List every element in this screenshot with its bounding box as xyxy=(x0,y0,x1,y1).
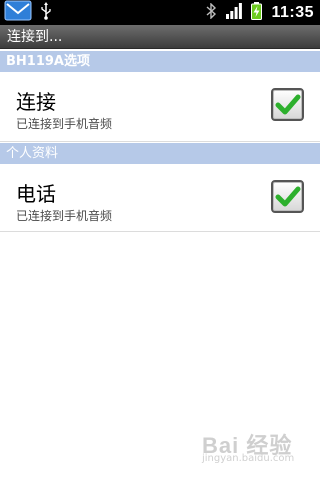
sms-icon[interactable] xyxy=(4,0,32,25)
item-title: 连接 xyxy=(16,90,56,114)
dialog-title: 连接到... xyxy=(0,25,320,49)
item-title: 电话 xyxy=(16,182,56,206)
phone-checkbox[interactable] xyxy=(271,180,304,213)
watermark-url: jingyan.baidu.com xyxy=(202,453,295,464)
connect-checkbox[interactable] xyxy=(271,88,304,121)
item-summary: 已连接到手机音频 xyxy=(16,117,113,131)
usb-icon[interactable] xyxy=(40,1,52,24)
baidu-watermark: Bai 经验 jingyan.baidu.com xyxy=(188,428,318,472)
checkmark-icon xyxy=(275,94,301,115)
status-bar: 11:35 xyxy=(0,0,320,25)
section-header-device-options: BH119A选项 xyxy=(0,51,320,72)
list-item-connect[interactable]: 连接 已连接到手机音频 xyxy=(0,72,320,142)
signal-icon xyxy=(226,2,243,23)
section-header-profiles: 个人资料 xyxy=(0,143,320,164)
list-item-phone[interactable]: 电话 已连接到手机音频 xyxy=(0,164,320,232)
clock: 11:35 xyxy=(271,3,314,21)
system-icons: 11:35 xyxy=(206,0,314,25)
bluetooth-icon xyxy=(206,1,217,23)
notification-icons xyxy=(4,0,52,25)
checkmark-icon xyxy=(275,186,301,207)
battery-charging-icon xyxy=(251,1,263,24)
item-summary: 已连接到手机音频 xyxy=(16,209,113,223)
